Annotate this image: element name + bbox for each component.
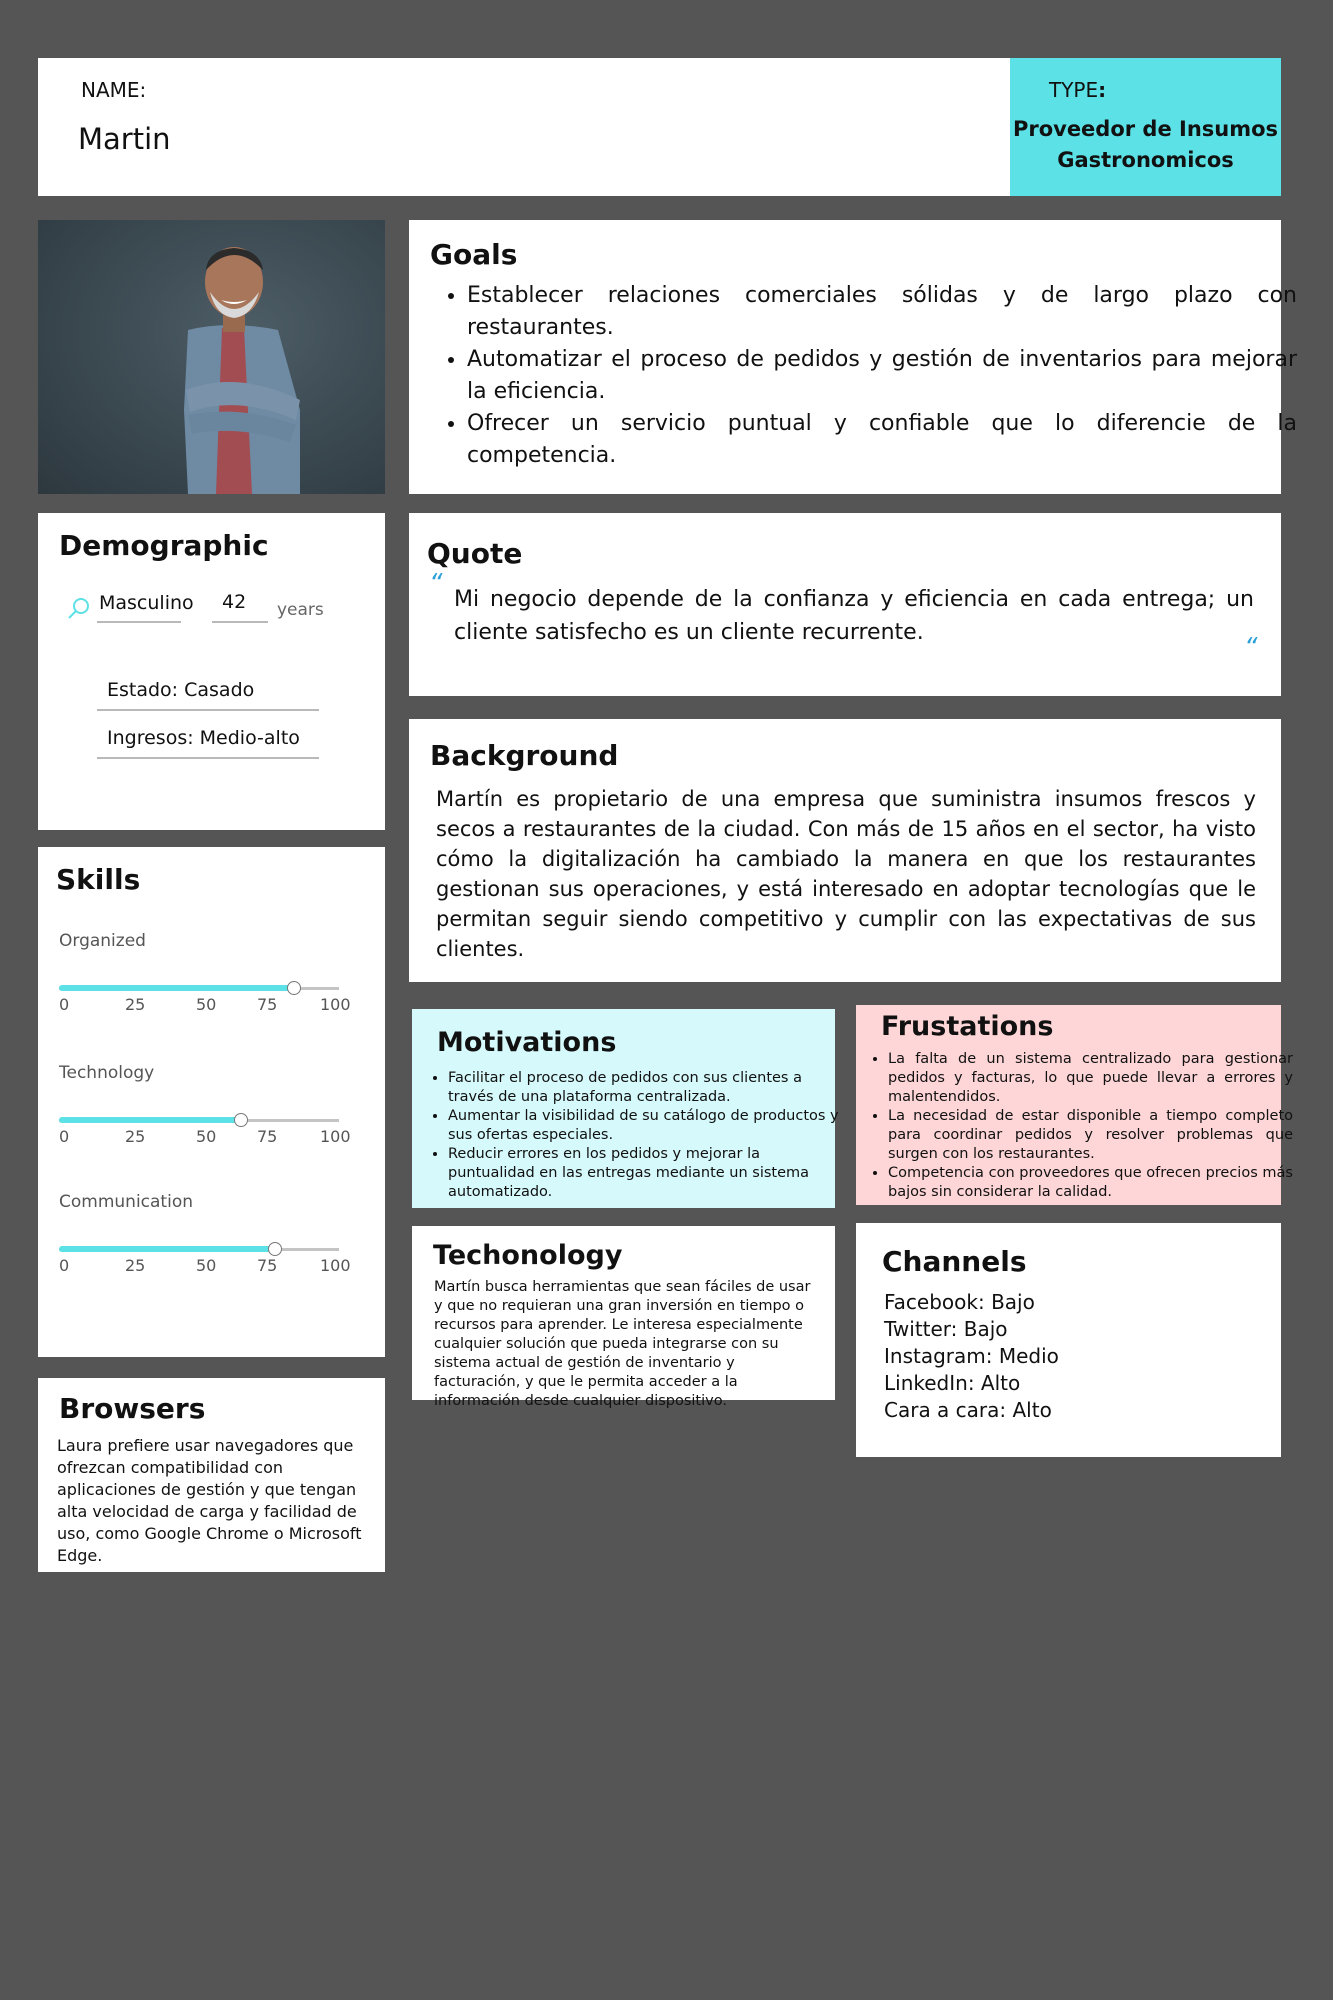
- browsers-text: Laura prefiere usar navegadores que ofre…: [57, 1436, 362, 1565]
- age-unit: years: [277, 600, 324, 620]
- skill-slider-fill: [59, 1117, 241, 1123]
- persona-photo: [38, 220, 385, 494]
- estado-underline: [97, 709, 319, 711]
- type-value: Proveedor de Insumos Gastronomicos: [1012, 117, 1279, 172]
- frustration-item: La falta de un sistema centralizado para…: [888, 1050, 1293, 1107]
- channels-title: Channels: [882, 1245, 1027, 1278]
- skills-card: Skills Organized 0 25 50 75 100 Technology 0 25 5…: [38, 847, 385, 1357]
- motivation-item: Facilitar el proceso de pedidos con sus …: [448, 1069, 844, 1107]
- goal-item: Establecer relaciones comerciales sólida…: [467, 280, 1297, 344]
- skill-tick-label: 0: [59, 995, 70, 1014]
- frustrations-title: Frustations: [881, 1011, 1054, 1042]
- motivations-title: Motivations: [437, 1027, 617, 1058]
- type-label: TYPE:: [1049, 78, 1107, 102]
- skill-tick-label: 0: [59, 1256, 70, 1275]
- skill-slider-thumb[interactable]: [234, 1113, 248, 1127]
- motivation-item: Reducir errores en los pedidos y mejorar…: [448, 1145, 844, 1202]
- motivation-item: Aumentar la visibilidad de su catálogo d…: [448, 1107, 844, 1145]
- header-type-card: TYPE: Proveedor de Insumos Gastronomicos: [1010, 58, 1281, 196]
- gender-underline: [97, 621, 181, 623]
- frustration-item: La necesidad de estar disponible a tiemp…: [888, 1107, 1293, 1164]
- background-text: Martín es propietario de una empresa que…: [436, 787, 1256, 961]
- close-quote-mark: “: [1244, 633, 1258, 663]
- goals-card: Goals Establecer relaciones comerciales …: [409, 220, 1297, 494]
- browsers-title: Browsers: [59, 1392, 206, 1425]
- skill-slider-fill: [59, 985, 295, 991]
- skill-tick-label: 100: [320, 995, 351, 1014]
- channel-item: LinkedIn: Alto: [884, 1371, 1021, 1395]
- skill-tick-label: 75: [257, 1127, 278, 1146]
- age-underline: [212, 621, 268, 623]
- estado-field: Estado: Casado: [107, 679, 255, 701]
- channels-list: Facebook: Bajo Twitter: Bajo Instagram: …: [884, 1289, 1059, 1424]
- channel-item: Facebook: Bajo: [884, 1290, 1035, 1314]
- goals-title: Goals: [430, 238, 518, 271]
- background-card: Background Martín es propietario de una …: [409, 719, 1281, 982]
- goal-item: Automatizar el proceso de pedidos y gest…: [467, 344, 1297, 408]
- motivations-list: Facilitar el proceso de pedidos con sus …: [426, 1069, 844, 1202]
- skill-tick-label: 50: [196, 1256, 217, 1275]
- skill-label: Technology: [59, 1063, 155, 1083]
- quote-text: Mi negocio depende de la confianza y efi…: [454, 587, 1254, 645]
- frustrations-card: Frustations La falta de un sistema centr…: [856, 1005, 1293, 1205]
- skill-tick-label: 100: [320, 1127, 351, 1146]
- goals-list: Establecer relaciones comerciales sólida…: [435, 280, 1297, 472]
- name-label: NAME:: [81, 78, 147, 102]
- skill-label: Communication: [59, 1192, 193, 1212]
- skill-tick-label: 25: [125, 995, 146, 1014]
- technology-title: Techonology: [433, 1240, 623, 1271]
- gender-field: Masculino: [99, 592, 194, 614]
- skill-tick-label: 0: [59, 1127, 70, 1146]
- skill-tick-label: 25: [125, 1256, 146, 1275]
- person-illustration: [184, 247, 300, 494]
- skill-slider-thumb[interactable]: [287, 981, 302, 995]
- channel-item: Instagram: Medio: [884, 1344, 1059, 1368]
- motivations-card: Motivations Facilitar el proceso de pedi…: [412, 1009, 839, 1208]
- channel-item: Cara a cara: Alto: [884, 1398, 1052, 1422]
- skills-title: Skills: [56, 863, 141, 896]
- persona-name: Martin: [78, 122, 171, 156]
- skill-tick-label: 75: [257, 1256, 278, 1275]
- quote-card: Quote “ Mi negocio depende de la confian…: [409, 513, 1281, 696]
- skill-tick-label: 75: [257, 995, 278, 1014]
- goal-item: Ofrecer un servicio puntual y confiable …: [467, 408, 1297, 472]
- channels-card: Channels Facebook: Bajo Twitter: Bajo In…: [856, 1223, 1281, 1457]
- demographic-title: Demographic: [59, 529, 269, 562]
- skill-tick-label: 50: [196, 995, 217, 1014]
- frustration-item: Competencia con proveedores que ofrecen …: [888, 1164, 1293, 1202]
- skill-tick-label: 100: [320, 1256, 351, 1275]
- background-title: Background: [430, 739, 619, 772]
- skill-tick-label: 25: [125, 1127, 146, 1146]
- skill-label: Organized: [59, 931, 146, 951]
- technology-text: Martín busca herramientas que sean fácil…: [434, 1279, 811, 1409]
- search-icon: [68, 598, 89, 619]
- quote-title: Quote: [427, 537, 523, 570]
- header-name-card: NAME: Martin: [38, 58, 1010, 196]
- frustrations-list: La falta de un sistema centralizado para…: [866, 1050, 1293, 1202]
- open-quote-mark: “: [429, 569, 443, 599]
- skill-slider-fill: [59, 1246, 275, 1252]
- channel-item: Twitter: Bajo: [884, 1317, 1008, 1341]
- browsers-card: Browsers Laura prefiere usar navegadores…: [38, 1378, 385, 1572]
- demographic-card: Demographic Masculino 42 years Estado: C…: [38, 513, 385, 830]
- technology-card: Techonology Martín busca herramientas qu…: [412, 1226, 835, 1409]
- skill-tick-label: 50: [196, 1127, 217, 1146]
- skill-slider-thumb[interactable]: [267, 1242, 282, 1256]
- ingresos-underline: [97, 757, 319, 759]
- age-field: 42: [222, 591, 247, 613]
- ingresos-field: Ingresos: Medio-alto: [107, 727, 300, 749]
